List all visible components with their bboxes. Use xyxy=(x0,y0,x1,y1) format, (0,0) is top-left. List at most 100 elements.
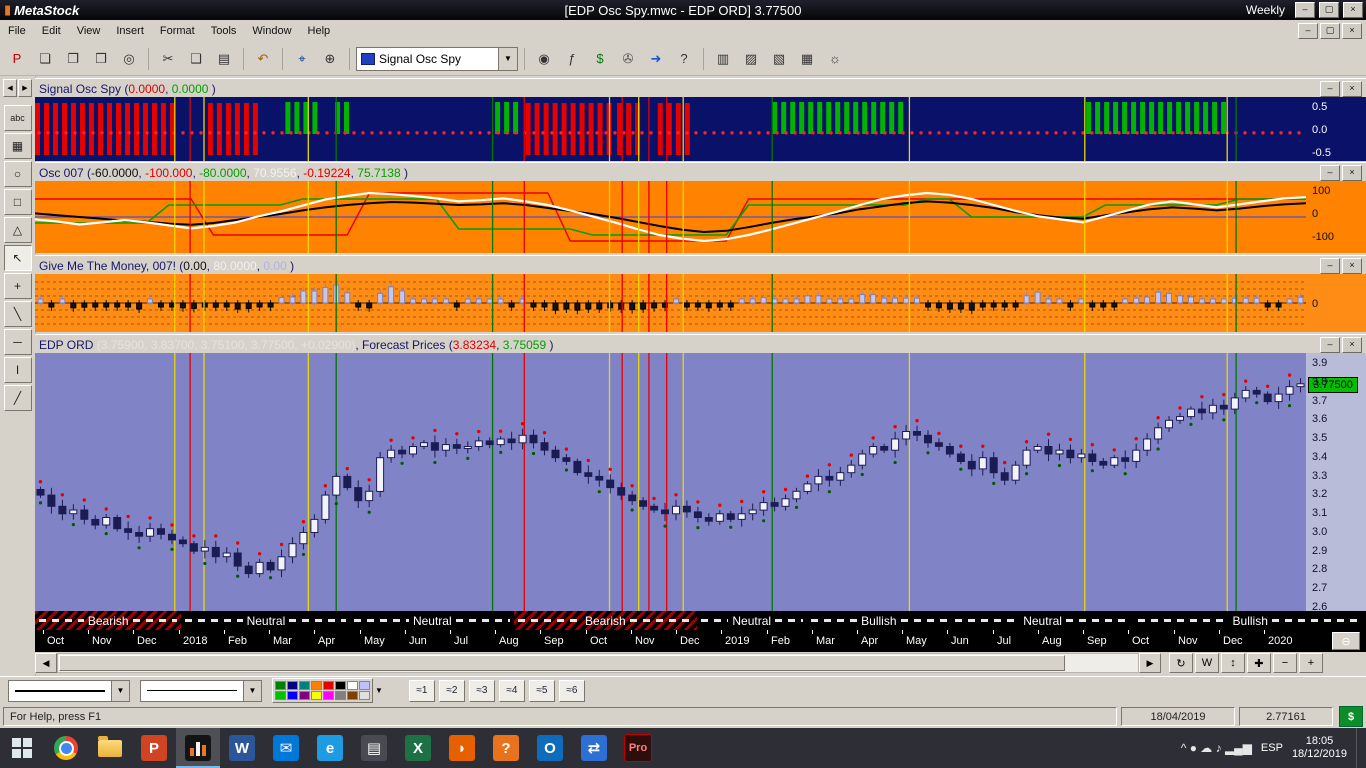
color-swatch[interactable] xyxy=(311,691,322,700)
color-swatch[interactable] xyxy=(287,681,298,690)
zoom-lens-icon[interactable]: ⊖ xyxy=(1332,632,1360,650)
zoom-out-icon[interactable]: − xyxy=(1273,653,1297,673)
mail-taskbar-button[interactable]: ✉ xyxy=(264,728,308,768)
currency-button[interactable]: $ xyxy=(1339,706,1363,727)
horizontal-line-tool[interactable]: ─ xyxy=(4,329,32,355)
scrollbar-thumb[interactable] xyxy=(59,655,1065,671)
remote-taskbar-button[interactable]: ⇄ xyxy=(572,728,616,768)
color-swatch[interactable] xyxy=(323,691,334,700)
cascade-windows-button[interactable]: ▧ xyxy=(766,46,792,72)
color-swatch[interactable] xyxy=(287,691,298,700)
language-indicator[interactable]: ESP xyxy=(1261,742,1283,754)
menu-item-format[interactable]: Format xyxy=(152,22,203,40)
money-plot[interactable] xyxy=(35,274,1306,332)
pro-taskbar-button[interactable]: Pro xyxy=(616,728,660,768)
crosshair-tool[interactable]: + xyxy=(4,273,32,299)
minimize-button[interactable]: – xyxy=(1295,2,1315,18)
layout-preset-button-2[interactable]: ≈2 xyxy=(439,680,465,702)
color-swatch[interactable] xyxy=(323,681,334,690)
line-weight-select[interactable]: ▼ xyxy=(140,680,262,702)
panel-osc-007-header[interactable]: Osc 007 (-60.0000, -100.000, -80.0000, 7… xyxy=(35,162,1366,183)
vertical-fit-icon[interactable]: ↕ xyxy=(1221,653,1245,673)
cut-button[interactable]: ✂ xyxy=(155,46,181,72)
start-button[interactable] xyxy=(0,728,44,768)
panel-give-me-the-money-header[interactable]: Give Me The Money, 007! (0.00, 80.0000, … xyxy=(35,255,1366,276)
scroll-left-icon[interactable]: ◀ xyxy=(35,653,57,673)
layout-preset-button-1[interactable]: ≈1 xyxy=(409,680,435,702)
forecast-arrow-button[interactable]: ➜ xyxy=(643,46,669,72)
excel-taskbar-button[interactable]: X xyxy=(396,728,440,768)
chevron-down-icon[interactable]: ▼ xyxy=(375,686,383,695)
pointer-tool[interactable]: ↖ xyxy=(4,245,32,271)
color-swatch[interactable] xyxy=(299,691,310,700)
color-swatch[interactable] xyxy=(335,691,346,700)
menu-item-tools[interactable]: Tools xyxy=(203,22,245,40)
splitter-left-icon[interactable]: ◀ xyxy=(3,79,17,97)
panel-minimize-button[interactable]: – xyxy=(1320,258,1340,274)
tile-windows-button[interactable]: ▨ xyxy=(738,46,764,72)
color-palette[interactable] xyxy=(272,678,373,703)
pan-icon[interactable]: ✚ xyxy=(1247,653,1271,673)
maximize-button[interactable]: ▢ xyxy=(1319,2,1339,18)
color-swatch[interactable] xyxy=(311,681,322,690)
open-file-button[interactable]: ❏ xyxy=(32,46,58,72)
options-button[interactable]: ☼ xyxy=(822,46,848,72)
zoom-in-icon[interactable]: + xyxy=(1299,653,1323,673)
refresh-icon[interactable]: ↻ xyxy=(1169,653,1193,673)
menu-item-view[interactable]: View xyxy=(69,22,109,40)
color-swatch[interactable] xyxy=(275,681,286,690)
menu-item-window[interactable]: Window xyxy=(244,22,299,40)
outlook-taskbar-button[interactable]: O xyxy=(528,728,572,768)
horizontal-scrollbar[interactable] xyxy=(57,653,1139,673)
splitter-right-icon[interactable]: ▶ xyxy=(18,79,32,97)
powerpoint-taskbar-button[interactable]: P xyxy=(132,728,176,768)
child-minimize-button[interactable]: – xyxy=(1298,23,1318,39)
file-explorer-taskbar-button[interactable] xyxy=(88,728,132,768)
layout-preset-button-5[interactable]: ≈5 xyxy=(529,680,555,702)
word-taskbar-button[interactable]: W xyxy=(220,728,264,768)
panel-minimize-button[interactable]: – xyxy=(1320,165,1340,181)
help-taskbar-button[interactable]: ? xyxy=(484,728,528,768)
panel-minimize-button[interactable]: – xyxy=(1320,337,1340,353)
color-swatch[interactable] xyxy=(275,691,286,700)
calculator-taskbar-button[interactable]: ▤ xyxy=(352,728,396,768)
print-button[interactable]: ❐ xyxy=(60,46,86,72)
panel-signal-osc-spy-header[interactable]: Signal Osc Spy (0.0000, 0.0000 ) – × xyxy=(35,78,1366,99)
signal-plot[interactable] xyxy=(35,97,1306,161)
scroll-right-icon[interactable]: ▶ xyxy=(1139,653,1161,673)
regression-tool[interactable]: ╱ xyxy=(4,385,32,411)
color-swatch[interactable] xyxy=(359,681,370,690)
chrome-taskbar-button[interactable] xyxy=(44,728,88,768)
layout-grid-button[interactable]: ▦ xyxy=(794,46,820,72)
explorer-binoculars-button[interactable]: ✇ xyxy=(615,46,641,72)
print-preview-button[interactable]: ❒ xyxy=(88,46,114,72)
menu-item-file[interactable]: File xyxy=(0,22,34,40)
layout-preset-button-3[interactable]: ≈3 xyxy=(469,680,495,702)
copy-button[interactable]: ❑ xyxy=(183,46,209,72)
internet-explorer-taskbar-button[interactable]: e xyxy=(308,728,352,768)
metastock-taskbar-button[interactable] xyxy=(176,728,220,768)
rectangle-tool[interactable]: □ xyxy=(4,189,32,215)
triangle-tool[interactable]: △ xyxy=(4,217,32,243)
chevron-down-icon[interactable]: ▼ xyxy=(498,48,517,70)
price-plot[interactable] xyxy=(35,353,1306,611)
crosshair-button[interactable]: ⌖ xyxy=(289,46,315,72)
color-swatch[interactable] xyxy=(347,691,358,700)
zoom-page-button[interactable]: ◎ xyxy=(116,46,142,72)
power-console-button[interactable]: P xyxy=(4,46,30,72)
undo-button[interactable]: ↶ xyxy=(250,46,276,72)
firefox-taskbar-button[interactable]: ◗ xyxy=(440,728,484,768)
layout-preset-button-4[interactable]: ≈4 xyxy=(499,680,525,702)
menu-item-edit[interactable]: Edit xyxy=(34,22,69,40)
tray-icons[interactable]: ^ ● ☁ ♪ ▂▄▆ xyxy=(1181,741,1252,755)
periodicity-weekly-button[interactable]: W xyxy=(1195,653,1219,673)
osc-plot[interactable] xyxy=(35,181,1306,253)
panel-minimize-button[interactable]: – xyxy=(1320,81,1340,97)
panel-close-button[interactable]: × xyxy=(1342,81,1362,97)
panel-edp-ord-header[interactable]: EDP ORD (3.75900, 3.83700, 3.75100, 3.77… xyxy=(35,334,1366,355)
panel-close-button[interactable]: × xyxy=(1342,165,1362,181)
close-button[interactable]: × xyxy=(1343,2,1363,18)
child-restore-button[interactable]: ▢ xyxy=(1320,23,1340,39)
layout-preset-button-6[interactable]: ≈6 xyxy=(559,680,585,702)
show-desktop-button[interactable] xyxy=(1356,728,1362,768)
